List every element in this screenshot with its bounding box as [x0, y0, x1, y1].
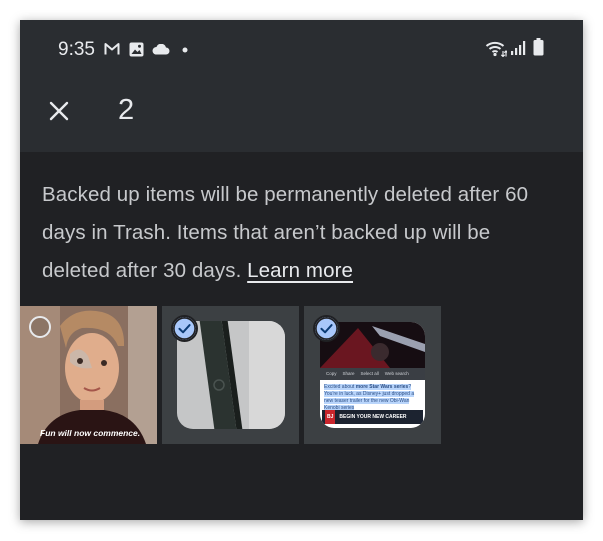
- menu-share: Share: [342, 371, 355, 376]
- phone-screen: 9:35 2 Backed up items will be permanent…: [20, 20, 583, 520]
- selected-count: 2: [118, 94, 135, 126]
- thumbnail-gif[interactable]: Fun will now commence.: [20, 306, 157, 444]
- menu-select-all: Select all: [360, 371, 379, 376]
- menu-web-search: Web search: [384, 371, 409, 376]
- trash-info-message: Backed up items will be permanently dele…: [42, 176, 562, 290]
- thumbnail-grid: Fun will now commence. Copy Share Select…: [20, 306, 583, 444]
- learn-more-link[interactable]: Learn more: [247, 259, 353, 282]
- ad-banner: BJBEGIN YOUR NEW CAREER TODAY: [322, 410, 423, 424]
- unselected-circle-icon[interactable]: [29, 316, 51, 338]
- wifi-icon: [485, 41, 507, 57]
- signal-icon: [511, 41, 526, 55]
- article-text-start: Excited about: [324, 384, 356, 390]
- ad-logo: BJ: [325, 410, 336, 424]
- cloud-icon: [152, 44, 170, 55]
- notification-dot-icon: [182, 47, 188, 53]
- context-menu: Copy Share Select all Web search: [320, 368, 425, 380]
- photos-icon: [129, 42, 144, 57]
- thumbnail-photo-selected[interactable]: [162, 306, 299, 444]
- gmail-icon: [104, 43, 120, 55]
- menu-copy: Copy: [326, 371, 337, 376]
- article-text-bold: more Star Wars series: [355, 384, 409, 390]
- battery-icon: [533, 38, 544, 56]
- check-icon[interactable]: [171, 315, 198, 342]
- selection-toolbar: 2: [20, 84, 583, 136]
- top-app-bar: 9:35 2: [20, 20, 583, 152]
- status-time: 9:35: [58, 39, 95, 60]
- check-icon[interactable]: [313, 315, 340, 342]
- article-text: Excited about more Star Wars series? You…: [324, 384, 422, 412]
- thumbnail-screenshot-selected[interactable]: Copy Share Select all Web search Excited ab…: [304, 306, 441, 444]
- gif-caption: Fun will now commence.: [40, 428, 141, 438]
- close-icon[interactable]: [42, 94, 76, 128]
- status-bar: 9:35: [20, 38, 583, 64]
